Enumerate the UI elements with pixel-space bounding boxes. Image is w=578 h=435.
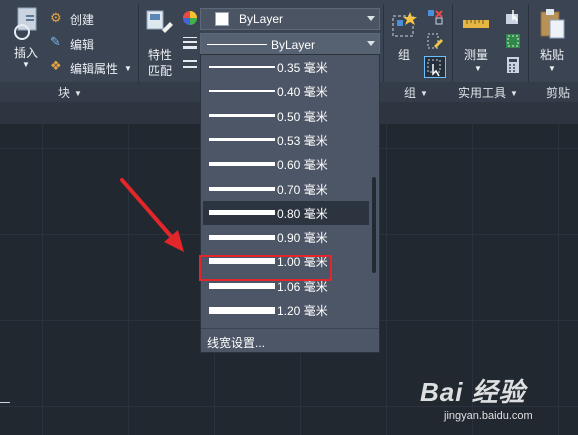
lineweight-option-label: 0.70 毫米 — [277, 182, 328, 197]
lineweight-sample-line — [209, 234, 275, 240]
color-combo[interactable]: ByLayer — [200, 8, 380, 30]
lineweight-option-label: 0.53 毫米 — [277, 133, 328, 148]
calculator-icon[interactable] — [504, 56, 522, 74]
group-selection-toggle-icon[interactable] — [424, 56, 446, 78]
lineweight-option-label: 0.60 毫米 — [277, 158, 328, 173]
lineweight-option[interactable]: 0.50 毫米 — [203, 104, 369, 128]
lineweight-option-label: 0.40 毫米 — [277, 85, 328, 100]
lineweight-option-label: 0.35 毫米 — [277, 61, 328, 75]
watermark-url: jingyan.baidu.com — [444, 410, 533, 422]
dropdown-scrollbar[interactable] — [369, 56, 378, 326]
highlight-box — [199, 255, 332, 281]
lineweight-option-label: 0.50 毫米 — [277, 109, 328, 124]
select-all-icon[interactable] — [504, 32, 522, 50]
lineweight-settings-label: 线宽设置... — [207, 336, 266, 350]
edit-block-icon[interactable]: ✎ — [50, 34, 64, 49]
panel-title-block[interactable]: 块 ▼ — [58, 84, 82, 101]
lineweight-option-label: 1.20 毫米 — [277, 304, 328, 318]
baidu-watermark: Bai 经验 jingyan.baidu.com — [420, 372, 570, 432]
edit-attributes-button[interactable]: 编辑属性 — [70, 60, 118, 77]
lineweight-sample-line — [209, 282, 275, 289]
insert-button-label[interactable]: 插入 — [14, 44, 38, 61]
ruler-icon[interactable] — [462, 18, 490, 30]
match-properties-icon[interactable] — [144, 8, 174, 42]
lineweight-sample-line — [209, 114, 275, 118]
lineweight-sample-line — [209, 186, 275, 191]
edit-attributes-icon[interactable]: ❖ — [50, 58, 64, 73]
panel-title-utilities[interactable]: 实用工具 ▼ — [458, 84, 518, 101]
group-edit-icon[interactable] — [426, 32, 444, 50]
chevron-down-icon — [367, 16, 375, 21]
lineweight-option[interactable]: 1.20 毫米 — [203, 298, 369, 322]
annotation-arrow — [120, 178, 184, 252]
paste-icon[interactable] — [538, 8, 566, 42]
group-icon[interactable] — [390, 8, 420, 40]
watermark-logo: Bai 经验 — [420, 377, 526, 407]
edit-attributes-caret[interactable]: ▼ — [124, 64, 132, 73]
lineweight-option[interactable]: 0.53 毫米 — [203, 128, 369, 152]
lineweight-option[interactable]: 0.60 毫米 — [203, 152, 369, 176]
lineweight-sample-line — [207, 44, 267, 45]
paste-caret[interactable]: ▼ — [548, 64, 556, 73]
panel-title-clipboard[interactable]: 剪贴 — [546, 84, 570, 101]
lineweight-option[interactable]: 0.90 毫米 — [203, 225, 369, 249]
lineweight-option[interactable]: 0.40 毫米 — [203, 79, 369, 103]
lineweight-dropdown-list: 0.35 毫米 0.40 毫米 0.50 毫米 0.53 毫米 0.60 毫米 0.70 … — [200, 54, 380, 353]
color-value: ByLayer — [239, 12, 284, 26]
lineweight-sample-line — [209, 162, 275, 167]
match-properties-label-2[interactable]: 匹配 — [148, 62, 172, 79]
panel-title-group[interactable]: 组 ▼ — [404, 84, 428, 101]
lineweight-option[interactable]: 0.35 毫米 — [203, 55, 369, 79]
color-swatch — [215, 12, 229, 26]
lineweight-value: ByLayer — [271, 38, 316, 52]
lineweight-sample-line — [209, 210, 275, 216]
lineweight-option[interactable]: 0.80 毫米 — [203, 200, 369, 225]
lineweight-icon[interactable] — [182, 36, 198, 50]
lineweight-combo[interactable]: ByLayer — [200, 33, 380, 55]
create-block-icon[interactable]: ⚙ — [50, 10, 64, 25]
measure-caret[interactable]: ▼ — [474, 64, 482, 73]
ucs-axis-tick — [0, 402, 10, 403]
lineweight-option[interactable]: 0.70 毫米 — [203, 177, 369, 201]
insert-block-icon[interactable] — [12, 6, 44, 42]
quick-select-icon[interactable] — [504, 8, 522, 26]
create-block-button[interactable]: 创建 — [70, 11, 94, 28]
insert-caret[interactable]: ▼ — [22, 60, 30, 69]
paste-button-label[interactable]: 粘贴 — [540, 46, 564, 63]
lineweight-settings-link[interactable]: 线宽设置... — [201, 328, 379, 352]
chevron-down-icon — [367, 41, 375, 46]
lineweight-sample-line — [209, 66, 275, 68]
match-properties-label-1[interactable]: 特性 — [148, 46, 172, 63]
lineweight-option-label: 0.90 毫米 — [277, 231, 328, 246]
group-button-label[interactable]: 组 — [398, 46, 410, 63]
ungroup-icon[interactable] — [426, 8, 444, 26]
scrollbar-thumb[interactable] — [372, 177, 376, 273]
edit-block-button[interactable]: 编辑 — [70, 36, 94, 53]
lineweight-option-label: 0.80 毫米 — [277, 206, 328, 221]
color-wheel-icon[interactable] — [182, 10, 198, 26]
linetype-icon[interactable] — [182, 58, 198, 70]
lineweight-sample-line — [209, 306, 275, 314]
measure-button-label[interactable]: 测量 — [464, 46, 488, 63]
lineweight-sample-line — [209, 90, 275, 93]
lineweight-sample-line — [209, 138, 275, 142]
